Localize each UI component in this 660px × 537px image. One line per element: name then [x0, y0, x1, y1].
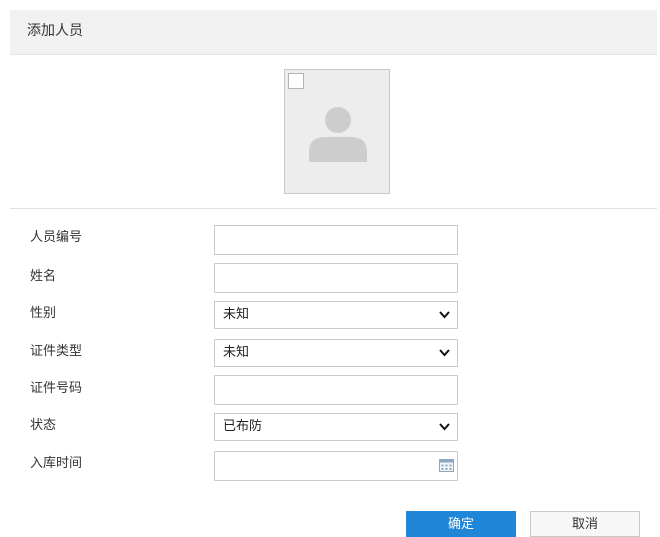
- name-input[interactable]: [214, 263, 458, 293]
- id-number-input[interactable]: [214, 375, 458, 405]
- dialog-title: 添加人员: [27, 23, 83, 39]
- photo-upload-box[interactable]: [284, 69, 390, 194]
- id-number-label: 证件号码: [30, 381, 83, 396]
- confirm-button[interactable]: 确定: [406, 511, 516, 537]
- chevron-down-icon: [439, 349, 450, 357]
- status-select-value: 已布防: [223, 419, 263, 434]
- status-label: 状态: [30, 418, 57, 433]
- avatar-icon: [309, 107, 367, 162]
- entry-time-label: 入库时间: [30, 456, 83, 471]
- dialog-header: 添加人员: [10, 10, 657, 55]
- name-label: 姓名: [30, 269, 57, 284]
- person-id-label: 人员编号: [30, 230, 83, 245]
- divider: [10, 208, 657, 209]
- id-type-label: 证件类型: [30, 344, 83, 359]
- gender-select[interactable]: 未知: [214, 301, 458, 329]
- cancel-button[interactable]: 取消: [530, 511, 640, 537]
- chevron-down-icon: [439, 311, 450, 319]
- chevron-down-icon: [439, 423, 450, 431]
- entry-time-input[interactable]: [214, 451, 458, 481]
- status-select[interactable]: 已布防: [214, 413, 458, 441]
- id-type-select[interactable]: 未知: [214, 339, 458, 367]
- calendar-icon[interactable]: [439, 459, 454, 472]
- gender-select-value: 未知: [223, 307, 250, 322]
- id-type-select-value: 未知: [223, 345, 250, 360]
- photo-select-checkbox[interactable]: [288, 73, 304, 89]
- person-id-input[interactable]: [214, 225, 458, 255]
- gender-label: 性别: [30, 306, 57, 321]
